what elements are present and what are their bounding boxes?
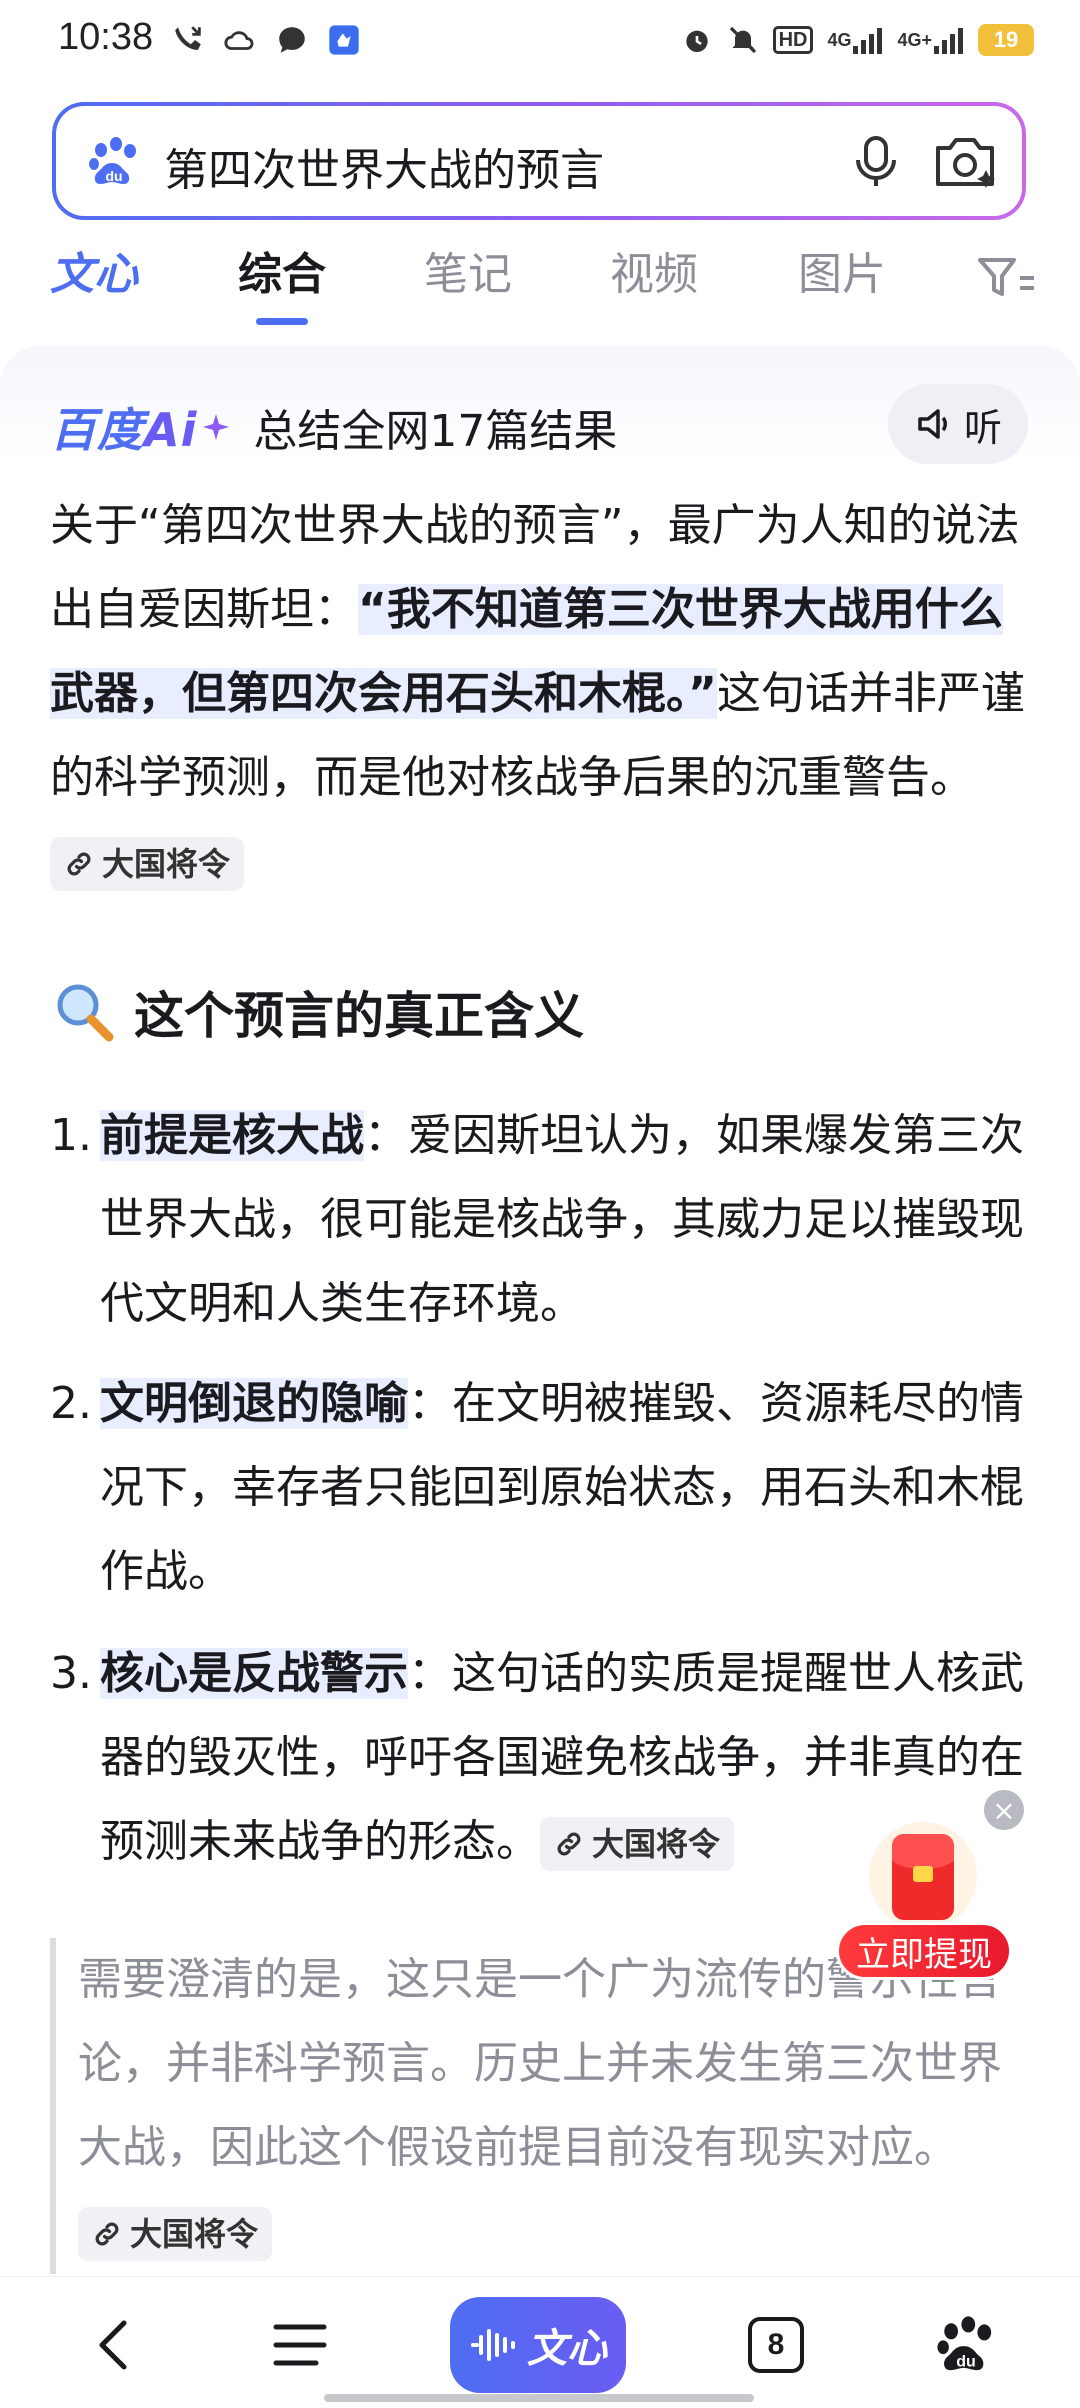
list-number: 2.	[50, 1378, 92, 1429]
section-title-text: 这个预言的真正含义	[134, 987, 584, 1045]
network-label: 4G	[827, 29, 852, 50]
ai-summary-text: 总结全网17篇结果	[253, 406, 618, 457]
search-input[interactable]: 第四次世界大战的预言	[164, 134, 604, 198]
baidu-ai-logo: 百度Ai	[50, 394, 197, 460]
search-box[interactable]: du 第四次世界大战的预言	[52, 102, 1026, 220]
microphone-icon[interactable]	[846, 132, 906, 192]
camera-icon[interactable]	[932, 130, 998, 192]
status-left-icons	[170, 22, 362, 58]
list-number: 1.	[50, 1110, 92, 1161]
wenxin-label: 文心	[527, 2326, 607, 2372]
menu-icon[interactable]	[270, 2317, 330, 2373]
speaker-icon	[918, 409, 947, 439]
tab-notes[interactable]: 笔记	[424, 240, 512, 310]
bottom-navigation: 文心 8 du	[0, 2276, 1080, 2408]
list-item: 1. 前提是核大战：爱因斯坦认为，如果爆发第三次世界大战，很可能是核战争，其威力…	[50, 1094, 1040, 1346]
list-item: 2. 文明倒退的隐喻：在文明被摧毁、资源耗尽的情况下，幸存者只能回到原始状态，用…	[50, 1362, 1040, 1614]
list-key: 前提是核大战	[100, 1110, 364, 1161]
citation-label: 大国将令	[130, 2215, 259, 2253]
status-time: 10:38	[58, 16, 154, 58]
wenxin-button[interactable]: 文心	[450, 2297, 626, 2393]
list-key: 文明倒退的隐喻	[100, 1378, 408, 1429]
svg-text:du: du	[105, 168, 122, 184]
link-icon	[95, 2222, 119, 2246]
back-icon[interactable]	[86, 2315, 146, 2375]
listen-label: 听	[963, 405, 1002, 450]
citation-link[interactable]: 大国将令	[50, 837, 245, 891]
battery-icon: 19	[978, 24, 1034, 56]
sparkle-icon	[203, 414, 230, 440]
link-icon	[557, 1832, 581, 1856]
link-icon	[67, 852, 91, 876]
citation-label: 大国将令	[102, 845, 231, 883]
app-notification-icon	[326, 22, 362, 58]
alarm-icon	[681, 22, 713, 58]
chat-bubble-icon	[274, 22, 310, 58]
ai-summary-header: 百度Ai 总结全网17篇结果	[50, 392, 617, 462]
baidu-home-icon[interactable]: du	[934, 2313, 998, 2377]
tab-comprehensive[interactable]: 综合	[238, 240, 326, 310]
citation-label: 大国将令	[592, 1825, 721, 1863]
tab-videos[interactable]: 视频	[610, 240, 698, 310]
cloud-icon	[222, 22, 258, 58]
hd-icon: HD	[772, 26, 814, 54]
signal-4g-plus-icon: 4G+	[897, 22, 964, 58]
wenxin-wave-icon	[471, 2329, 515, 2361]
magnifier-icon	[57, 984, 114, 1042]
active-tab-indicator	[256, 318, 308, 325]
tabs-count-button[interactable]: 8	[748, 2317, 804, 2373]
signal-4g-icon: 4G	[827, 22, 883, 58]
baidu-paw-icon: du	[89, 137, 136, 184]
intro-paragraph: 关于“第四次世界大战的预言”，最广为人知的说法出自爱因斯坦：“我不知道第三次世界…	[50, 484, 1040, 904]
result-tabs: 文心 综合 笔记 视频 图片	[0, 240, 1080, 330]
network-label-2: 4G+	[897, 29, 932, 50]
baidu-ai-logo-ai: Ai	[144, 403, 198, 457]
citation-link[interactable]: 大国将令	[78, 2207, 273, 2261]
listen-button[interactable]: 听	[888, 384, 1028, 464]
home-indicator[interactable]	[324, 2394, 754, 2402]
status-right-icons: HD 4G 4G+ 19	[681, 22, 1034, 58]
section-title: 这个预言的真正含义	[52, 972, 584, 1052]
status-bar: 10:38 HD 4G 4G+ 19	[0, 0, 1080, 84]
baidu-ai-logo-main: 百度	[50, 403, 144, 457]
mute-icon	[727, 22, 759, 58]
withdraw-button[interactable]: 立即提现	[836, 1922, 1012, 1980]
list-key: 核心是反战警示	[100, 1648, 408, 1699]
tab-wenxin[interactable]: 文心	[50, 240, 138, 310]
svg-text:du: du	[956, 2354, 976, 2371]
list-number: 3.	[50, 1648, 92, 1699]
citation-link[interactable]: 大国将令	[540, 1817, 735, 1871]
clarification-note: 需要澄清的是，这只是一个广为流传的警示性言论，并非科学预言。历史上并未发生第三次…	[50, 1938, 1040, 2274]
close-float-button[interactable]: ×	[984, 1790, 1024, 1830]
missed-call-icon	[170, 22, 206, 58]
tab-images[interactable]: 图片	[798, 240, 886, 310]
filter-icon[interactable]	[976, 254, 1036, 300]
note-text: 需要澄清的是，这只是一个广为流传的警示性言论，并非科学预言。历史上并未发生第三次…	[78, 1954, 1002, 2173]
